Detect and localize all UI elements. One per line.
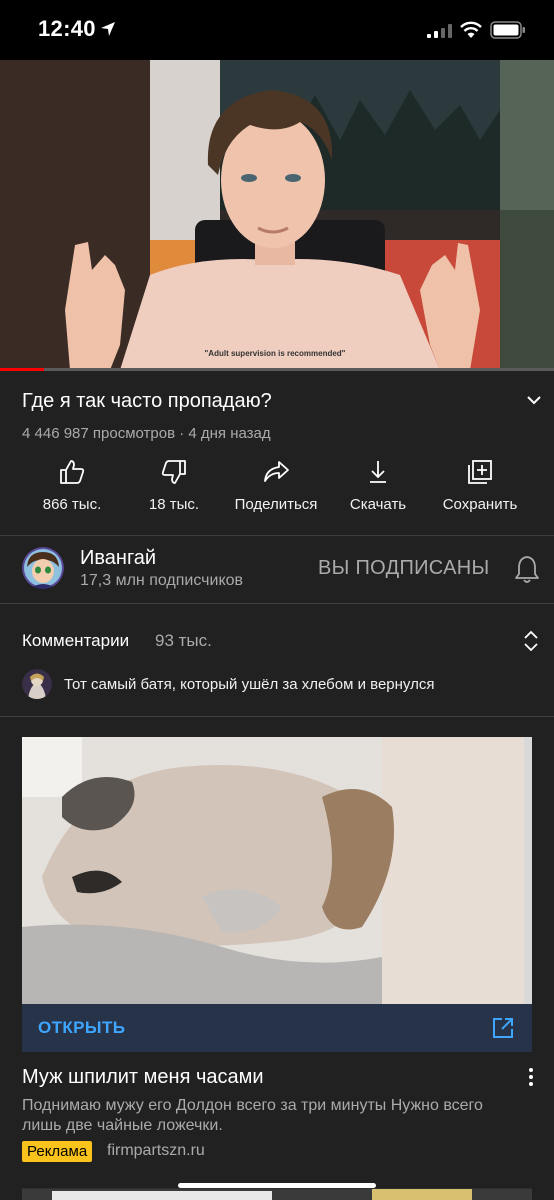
comments-count: 93 тыс.	[155, 631, 212, 650]
save-to-playlist-icon	[468, 460, 492, 484]
comments-label[interactable]: Комментарии	[22, 631, 129, 651]
external-link-icon[interactable]	[492, 1017, 514, 1039]
video-title: Где я так часто пропадаю?	[22, 390, 272, 412]
comment-author-avatar	[22, 669, 52, 699]
share-button[interactable]: Поделиться	[221, 458, 331, 513]
ad-description: Поднимаю мужу его Долдон всего за три ми…	[22, 1097, 483, 1134]
action-row: 866 тыс. 18 тыс. Поделиться Скачать Сохр…	[0, 458, 554, 528]
save-label: Сохранить	[442, 496, 518, 513]
video-progress-bar[interactable]	[0, 368, 554, 371]
ad-title[interactable]: Муж шпилит меня часами	[22, 1066, 264, 1089]
download-button[interactable]: Скачать	[323, 458, 433, 513]
channel-avatar[interactable]	[22, 547, 64, 589]
divider	[0, 716, 554, 717]
location-arrow-icon	[101, 22, 115, 36]
divider	[0, 535, 554, 536]
thumbs-down-icon	[161, 460, 186, 484]
open-button[interactable]: ОТКРЫТЬ	[38, 1018, 125, 1038]
dislike-count: 18 тыс.	[148, 496, 200, 513]
battery-icon	[490, 21, 525, 39]
like-count: 866 тыс.	[42, 496, 102, 513]
download-icon	[370, 461, 386, 483]
shirt-print-text: "Adult supervision is recommended"	[205, 349, 346, 358]
status-bar: 12:40	[0, 0, 554, 60]
expand-collapse-icon[interactable]	[522, 629, 540, 653]
ad-badge: Реклама	[22, 1141, 93, 1162]
chevron-down-icon[interactable]	[524, 392, 544, 408]
more-options-icon[interactable]	[526, 1066, 536, 1088]
top-comment-text[interactable]: Тот самый батя, который ушёл за хлебом и…	[64, 676, 434, 693]
video-progress-fill	[0, 368, 45, 371]
ad-domain: firmpartszn.ru	[107, 1142, 205, 1159]
ad-cta-bar[interactable]: ОТКРЫТЬ	[22, 1004, 532, 1052]
home-indicator[interactable]	[178, 1183, 376, 1188]
next-item-thumbnail[interactable]	[22, 1188, 532, 1200]
video-meta: 4 446 987 просмотров · 4 дня назад	[22, 425, 271, 442]
channel-subscribers: 17,3 млн подписчиков	[80, 572, 244, 589]
save-button[interactable]: Сохранить	[425, 458, 535, 513]
share-label: Поделиться	[234, 496, 318, 513]
subscribe-button[interactable]: ВЫ ПОДПИСАНЫ	[318, 557, 489, 580]
cellular-signal-icon	[427, 24, 452, 38]
notification-bell-icon[interactable]	[514, 554, 540, 584]
divider	[0, 603, 554, 604]
like-button[interactable]: 866 тыс.	[17, 458, 127, 513]
share-icon	[264, 461, 289, 482]
thumbs-up-icon	[60, 460, 85, 484]
ad-image[interactable]	[22, 737, 532, 1004]
dislike-button[interactable]: 18 тыс.	[119, 458, 229, 513]
wifi-icon	[460, 21, 482, 38]
video-frame: "Adult supervision is recommended"	[0, 60, 554, 370]
channel-name[interactable]: Ивангай	[80, 547, 156, 570]
video-player[interactable]: "Adult supervision is recommended"	[0, 60, 554, 370]
status-time: 12:40	[38, 16, 96, 41]
download-label: Скачать	[349, 496, 407, 513]
